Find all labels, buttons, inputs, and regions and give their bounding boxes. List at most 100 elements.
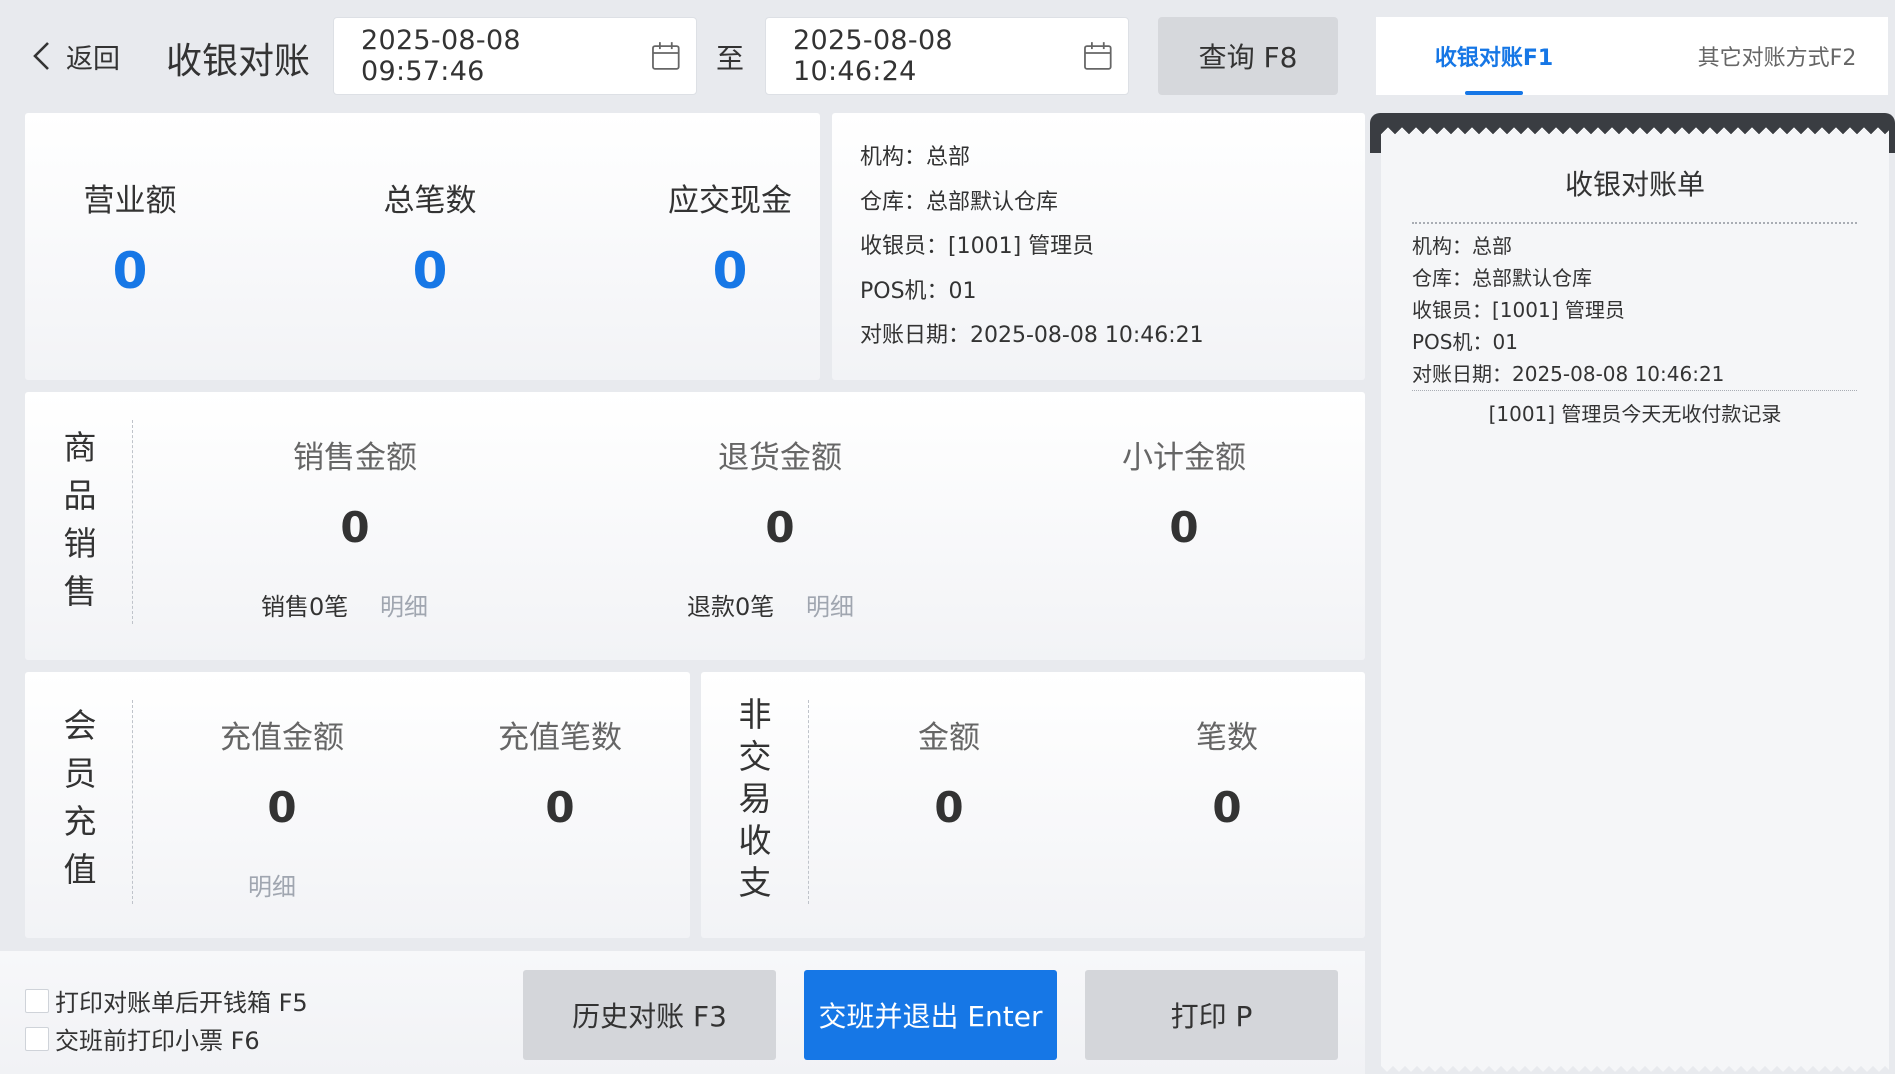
subtotal-amount-label: 小计金额 — [1122, 440, 1246, 476]
goods-sales-card: 商 品 销 售 销售金额 0 退货金额 0 小计金额 0 销售0笔 明细 退款0… — [25, 392, 1365, 660]
calendar-icon — [1084, 42, 1112, 70]
receipt-title: 收银对账单 — [1564, 168, 1705, 201]
tab-label: 其它对账方式F2 — [1697, 46, 1857, 71]
open-drawer-label: 打印对账单后开钱箱 F5 — [55, 989, 308, 1017]
start-time-input[interactable]: 2025-08-08 09:57:46 — [333, 17, 697, 95]
info-card: 机构：总部 仓库：总部默认仓库 收银员：[1001] 管理员 POS机：01 对… — [832, 113, 1365, 380]
refund-detail-link[interactable]: 明细 — [806, 587, 854, 622]
info-cashier: 收银员：[1001] 管理员 — [860, 234, 1095, 259]
title-char: 值 — [63, 850, 97, 889]
revenue-value: 0 — [112, 242, 148, 300]
checkbox-box[interactable] — [25, 988, 49, 1013]
return-amount-value: 0 — [765, 503, 795, 552]
checkbox-box[interactable] — [25, 1026, 49, 1051]
recharge-count-value: 0 — [545, 783, 575, 832]
tab-bar: 收银对账F1 其它对账方式F2 — [1376, 17, 1888, 95]
cash-label: 应交现金 — [668, 183, 792, 219]
active-tab-indicator — [1465, 91, 1523, 95]
tab-other-reconcile[interactable]: 其它对账方式F2 — [1666, 17, 1888, 95]
member-recharge-title: 会 员 充 值 — [60, 702, 100, 894]
receipt-line: POS机：01 — [1412, 330, 1518, 354]
non-trade-card: 非 交 易 收 支 金额 0 笔数 0 — [701, 672, 1365, 938]
info-date: 对账日期：2025-08-08 10:46:21 — [860, 323, 1204, 348]
receipt-tear-edge — [1381, 125, 1889, 139]
end-time-input[interactable]: 2025-08-08 10:46:24 — [765, 17, 1129, 95]
title-char: 非 — [738, 695, 772, 734]
non-trade-count-value: 0 — [1212, 783, 1242, 832]
title-char: 售 — [63, 572, 97, 611]
info-pos: POS机：01 — [860, 278, 977, 304]
recharge-detail-link[interactable]: 明细 — [248, 867, 296, 902]
title-char: 收 — [738, 821, 772, 860]
count-value: 0 — [412, 242, 448, 300]
end-time-value: 2025-08-08 10:46:24 — [793, 25, 953, 87]
title-char: 品 — [63, 476, 97, 515]
tab-label: 收银对账F1 — [1434, 46, 1554, 71]
print-ticket-label: 交班前打印小票 F6 — [55, 1027, 260, 1055]
section-divider — [808, 700, 809, 904]
summary-card: 营业额 0 总笔数 0 应交现金 0 — [25, 113, 820, 380]
print-button[interactable]: 打印 P — [1085, 970, 1338, 1060]
non-trade-count-metric: 笔数 0 — [1137, 712, 1317, 832]
receipt-line: 机构：总部 — [1412, 234, 1512, 258]
title-char: 员 — [63, 754, 97, 793]
section-divider — [132, 700, 133, 904]
start-time-value: 2025-08-08 09:57:46 — [361, 25, 521, 87]
receipt-tear-edge — [1381, 1062, 1889, 1074]
sales-detail-link[interactable]: 明细 — [380, 587, 428, 622]
subtotal-amount-value: 0 — [1169, 503, 1199, 552]
receipt-line: 收银员：[1001] 管理员 — [1412, 298, 1625, 322]
member-recharge-card: 会 员 充 值 充值金额 0 充值笔数 0 明细 — [25, 672, 690, 938]
non-trade-count-label: 笔数 — [1196, 720, 1258, 756]
return-amount-label: 退货金额 — [718, 440, 842, 476]
page-title: 收银对账 — [166, 41, 311, 82]
receipt-divider — [1412, 222, 1857, 224]
non-trade-title: 非 交 易 收 支 — [735, 694, 775, 904]
back-label: 返回 — [66, 43, 120, 75]
cash-summary: 应交现金 0 — [655, 175, 805, 300]
back-button[interactable]: 返回 — [30, 34, 120, 78]
title-char: 会 — [63, 706, 97, 745]
revenue-label: 营业额 — [83, 183, 177, 219]
sales-amount-metric: 销售金额 0 — [265, 432, 445, 552]
refund-count: 退款0笔 — [687, 593, 775, 621]
receipt-line: 仓库：总部默认仓库 — [1412, 266, 1592, 290]
count-label: 总笔数 — [383, 183, 477, 219]
return-amount-metric: 退货金额 0 — [690, 432, 870, 552]
history-reconcile-button[interactable]: 历史对账 F3 — [523, 970, 776, 1060]
sales-amount-value: 0 — [340, 503, 370, 552]
receipt-note: [1001] 管理员今天无收付款记录 — [1488, 402, 1782, 426]
non-trade-amount-value: 0 — [934, 783, 964, 832]
recharge-amount-metric: 充值金额 0 — [192, 712, 372, 832]
open-drawer-checkbox[interactable]: 打印对账单后开钱箱 F5 — [25, 983, 308, 1018]
goods-sales-title: 商 品 销 售 — [60, 424, 100, 616]
subtotal-amount-metric: 小计金额 0 — [1094, 432, 1274, 552]
sales-amount-label: 销售金额 — [293, 440, 417, 476]
count-summary: 总笔数 0 — [360, 175, 500, 300]
tab-cashier-reconcile[interactable]: 收银对账F1 — [1376, 17, 1612, 95]
revenue-summary: 营业额 0 — [60, 175, 200, 300]
title-char: 充 — [63, 802, 97, 841]
receipt-preview[interactable]: 收银对账单 机构：总部 仓库：总部默认仓库 收银员：[1001] 管理员 POS… — [1381, 125, 1889, 1074]
sales-count: 销售0笔 — [261, 593, 349, 621]
title-char: 易 — [738, 779, 772, 818]
title-char: 商 — [63, 428, 97, 467]
title-char: 支 — [738, 863, 772, 902]
calendar-icon — [652, 42, 680, 70]
cash-value: 0 — [712, 242, 748, 300]
recharge-amount-value: 0 — [267, 783, 297, 832]
range-to-label: 至 — [716, 42, 745, 75]
query-button[interactable]: 查询 F8 — [1158, 17, 1338, 95]
handover-exit-button[interactable]: 交班并退出 Enter — [804, 970, 1057, 1060]
title-char: 交 — [738, 737, 772, 776]
recharge-count-metric: 充值笔数 0 — [470, 712, 650, 832]
non-trade-amount-metric: 金额 0 — [859, 712, 1039, 832]
receipt-divider — [1412, 390, 1857, 391]
chevron-left-icon — [33, 42, 49, 70]
info-org: 机构：总部 — [860, 145, 971, 170]
print-ticket-checkbox[interactable]: 交班前打印小票 F6 — [25, 1021, 260, 1056]
receipt-line: 对账日期：2025-08-08 10:46:21 — [1412, 362, 1725, 386]
info-warehouse: 仓库：总部默认仓库 — [860, 189, 1059, 215]
title-char: 销 — [63, 524, 97, 563]
non-trade-amount-label: 金额 — [918, 720, 980, 756]
